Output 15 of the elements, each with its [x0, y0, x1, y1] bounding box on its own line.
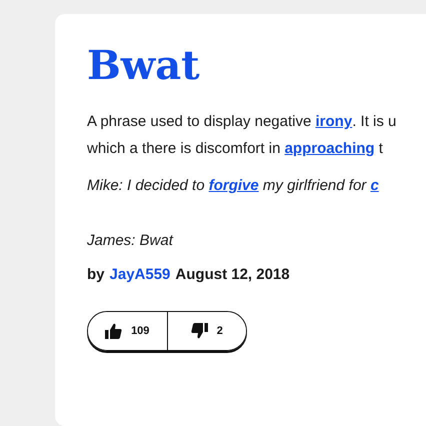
- definition-text: which a there is discomfort in approaching t: [87, 139, 384, 159]
- word-link[interactable]: c: [370, 177, 379, 194]
- entry-date: August 12, 2018: [175, 266, 290, 283]
- byline-prefix: by: [87, 266, 105, 283]
- word-title[interactable]: Bwat: [87, 40, 200, 92]
- example-text: Mike: I decided to forgive my girlfriend for c: [87, 176, 380, 196]
- word-link[interactable]: approaching: [284, 140, 375, 157]
- thumbs-up-icon: [105, 323, 122, 339]
- definition-text: A phrase used to display negative irony. It is u: [87, 112, 398, 132]
- word-link[interactable]: irony: [316, 113, 352, 130]
- thumbs-down-icon: [190, 323, 208, 339]
- example-text: James: Bwat: [87, 231, 174, 251]
- downvote-button[interactable]: 2: [166, 312, 246, 350]
- word-link[interactable]: forgive: [208, 177, 259, 194]
- author-link[interactable]: JayA559: [110, 266, 170, 283]
